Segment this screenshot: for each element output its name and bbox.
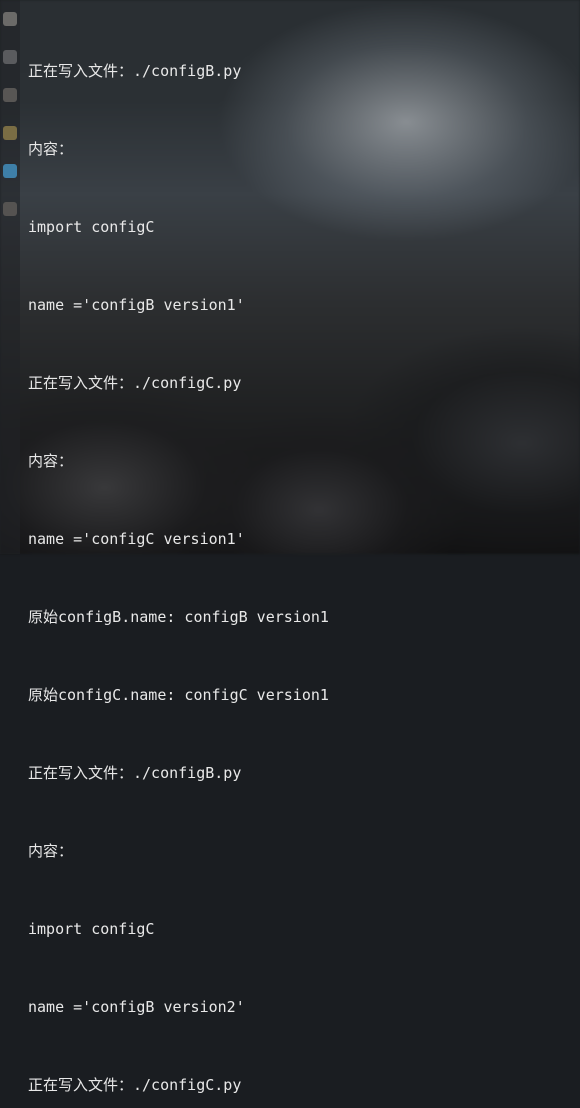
terminal-line: import configC <box>28 916 570 942</box>
terminal-line: 正在写入文件：./configC.py <box>28 1072 570 1098</box>
terminal-line: 正在写入文件：./configB.py <box>28 58 570 84</box>
terminal-line: import configC <box>28 214 570 240</box>
tray-icon[interactable] <box>3 164 17 178</box>
terminal-line: 原始configB.name: configB version1 <box>28 604 570 630</box>
terminal-line: name ='configC version1' <box>28 526 570 552</box>
tray-icon[interactable] <box>3 126 17 140</box>
terminal-line: 正在写入文件：./configC.py <box>28 370 570 396</box>
terminal-line: 内容： <box>28 838 570 864</box>
terminal-line: name ='configB version1' <box>28 292 570 318</box>
system-tray-strip <box>0 0 20 554</box>
terminal-line: 内容： <box>28 448 570 474</box>
terminal-output[interactable]: 正在写入文件：./configB.py 内容： import configC n… <box>20 0 580 554</box>
tray-icon[interactable] <box>3 12 17 26</box>
terminal-line: name ='configB version2' <box>28 994 570 1020</box>
tray-icon[interactable] <box>3 50 17 64</box>
tray-icon[interactable] <box>3 88 17 102</box>
tray-icon[interactable] <box>3 202 17 216</box>
terminal-line: 内容： <box>28 136 570 162</box>
terminal-line: 原始configC.name: configC version1 <box>28 682 570 708</box>
terminal-line: 正在写入文件：./configB.py <box>28 760 570 786</box>
